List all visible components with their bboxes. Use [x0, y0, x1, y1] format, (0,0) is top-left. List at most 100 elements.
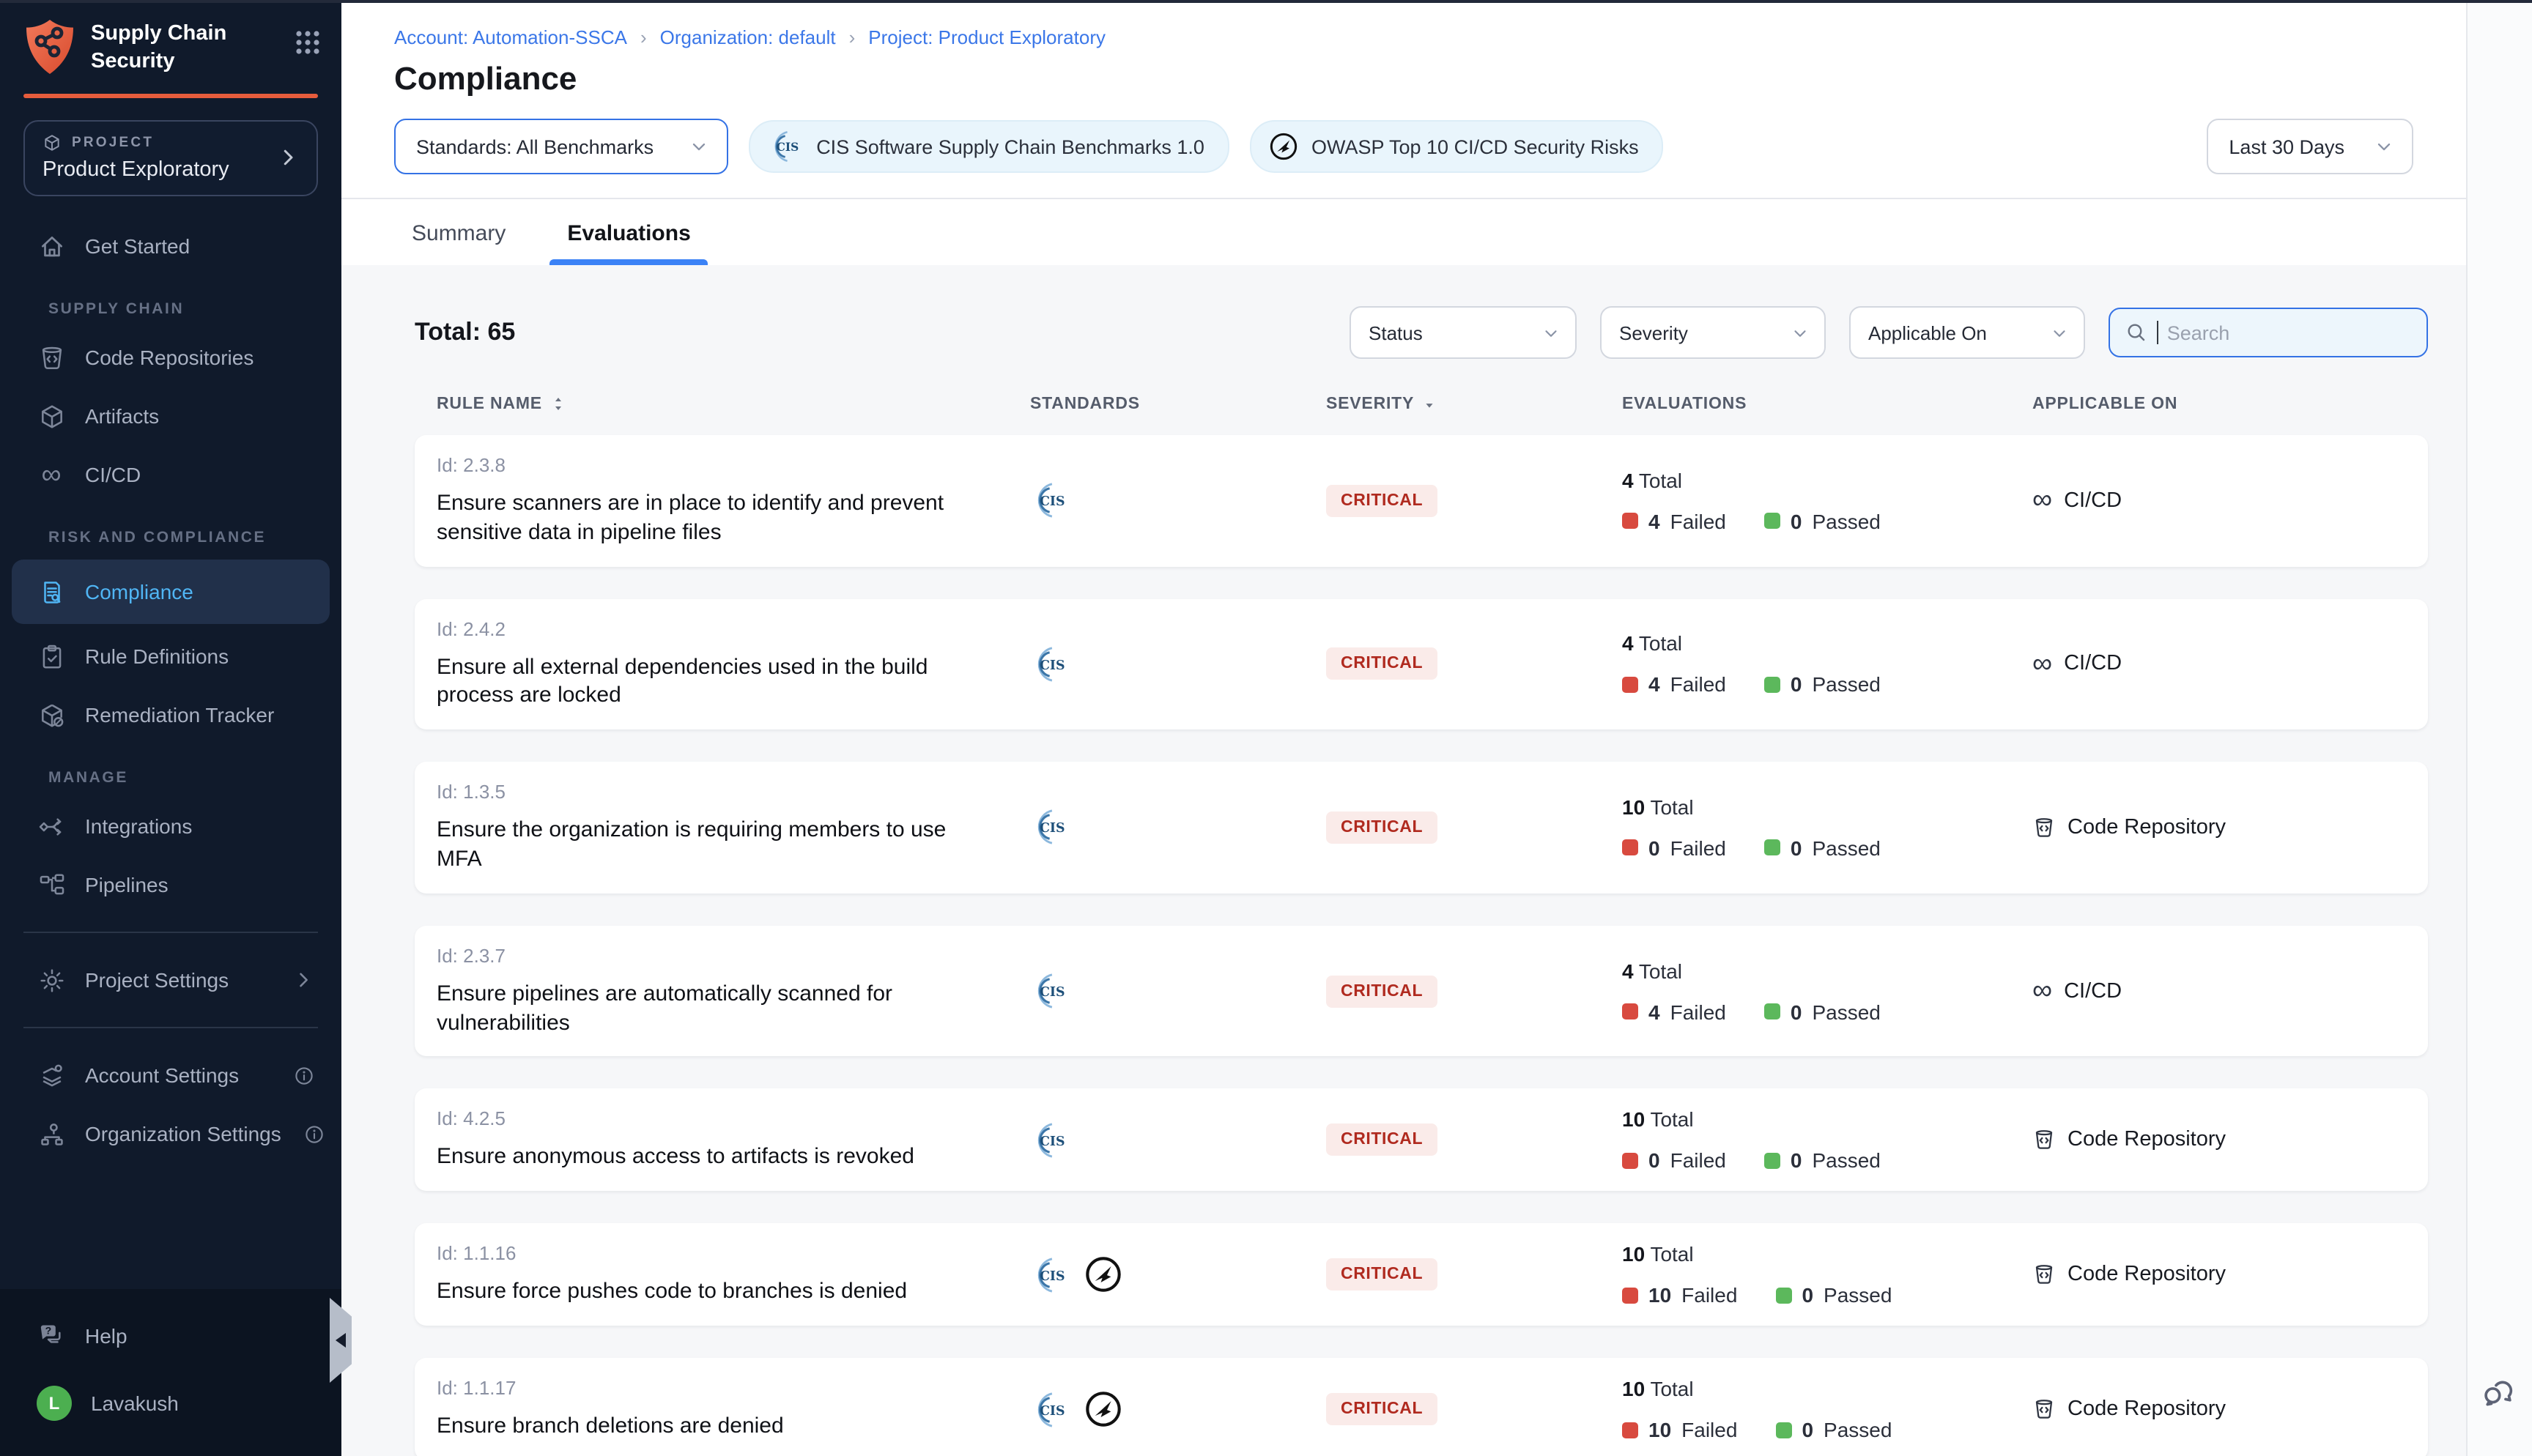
rule-name[interactable]: Ensure anonymous access to artifacts is … — [437, 1143, 982, 1173]
project-selector[interactable]: PROJECT Product Exploratory — [23, 120, 318, 196]
total-value: 4 — [1622, 959, 1634, 982]
sidebar-footer: ? Help L Lavakush — [0, 1289, 341, 1456]
sidebar-item-get-started[interactable]: Get Started — [0, 217, 341, 275]
passed-label: Passed — [1812, 673, 1880, 697]
sidebar: Supply Chain Security — [0, 0, 341, 1456]
cicd-infinity-icon: ∞ — [2032, 977, 2052, 1005]
right-edge-strip — [2466, 3, 2532, 1456]
rule-name[interactable]: Ensure scanners are in place to identify… — [437, 489, 982, 547]
info-icon[interactable] — [300, 1119, 330, 1148]
sidebar-item-code-repositories[interactable]: Code Repositories — [0, 328, 341, 387]
rule-name[interactable]: Ensure the organization is requiring mem… — [437, 816, 982, 874]
sidebar-header: Supply Chain Security — [0, 0, 341, 98]
owasp-standard-icon — [1084, 1256, 1122, 1294]
cis-standard-icon: CIS — [1030, 1121, 1070, 1160]
rule-id: Id: 1.1.17 — [437, 1378, 1030, 1400]
rule-row[interactable]: Id: 1.1.17 Ensure branch deletions are d… — [415, 1359, 2428, 1456]
search-input[interactable] — [2167, 322, 2412, 343]
rule-id: Id: 2.4.2 — [437, 617, 1030, 639]
app-switcher-grid-icon[interactable] — [295, 29, 321, 56]
svg-text:CIS: CIS — [1040, 1269, 1065, 1284]
tab-summary[interactable]: Summary — [394, 199, 523, 265]
user-menu[interactable]: L Lavakush — [0, 1365, 341, 1441]
evaluations-cell: 4 Total 4 Failed 0 Passed — [1622, 469, 2032, 533]
rule-row[interactable]: Id: 2.4.2 Ensure all external dependenci… — [415, 598, 2428, 729]
rule-row[interactable]: Id: 1.3.5 Ensure the organization is req… — [415, 762, 2428, 893]
rule-name[interactable]: Ensure all external dependencies used in… — [437, 653, 982, 710]
info-icon[interactable] — [289, 1061, 318, 1090]
code-repository-icon — [2032, 1263, 2056, 1287]
severity-badge: CRITICAL — [1326, 811, 1437, 844]
sidebar-item-project-settings[interactable]: Project Settings — [0, 951, 341, 1009]
sidebar-item-compliance[interactable]: Compliance — [12, 560, 330, 624]
column-applicable-on: APPLICABLE ON — [2032, 394, 2428, 415]
rule-name[interactable]: Ensure pipelines are automatically scann… — [437, 980, 982, 1038]
applicable-on-value: Code Repository — [2068, 1263, 2226, 1287]
sidebar-item-help[interactable]: ? Help — [0, 1307, 341, 1365]
passed-square-icon — [1775, 1422, 1791, 1438]
section-manage: MANAGE — [0, 744, 341, 797]
sidebar-item-artifacts[interactable]: Artifacts — [0, 387, 341, 445]
tab-evaluations[interactable]: Evaluations — [549, 199, 708, 265]
sidebar-item-rule-definitions[interactable]: Rule Definitions — [0, 627, 341, 686]
search-box[interactable] — [2109, 308, 2428, 357]
rule-name[interactable]: Ensure branch deletions are denied — [437, 1413, 982, 1442]
passed-square-icon — [1764, 1153, 1780, 1169]
passed-label: Passed — [1812, 1000, 1880, 1023]
breadcrumb-project[interactable]: Project: Product Exploratory — [868, 26, 1106, 48]
artifacts-box-icon — [37, 401, 66, 431]
svg-text:CIS: CIS — [1040, 1404, 1065, 1419]
pipelines-nodes-icon — [37, 870, 66, 899]
section-risk-and-compliance: RISK AND COMPLIANCE — [0, 504, 341, 557]
account-settings-layers-icon — [37, 1061, 66, 1090]
app-title: Supply Chain Security — [91, 21, 243, 75]
severity-cell: CRITICAL — [1326, 1259, 1622, 1291]
date-range-dropdown[interactable]: Last 30 Days — [2207, 119, 2413, 174]
rule-name[interactable]: Ensure force pushes code to branches is … — [437, 1278, 982, 1307]
severity-cell: CRITICAL — [1326, 1124, 1622, 1156]
applicable-on-value: CI/CD — [2064, 979, 2122, 1003]
rule-row[interactable]: Id: 2.3.7 Ensure pipelines are automatic… — [415, 926, 2428, 1057]
severity-filter-dropdown[interactable]: Severity — [1600, 306, 1826, 359]
breadcrumb-organization[interactable]: Organization: default — [660, 26, 836, 48]
sidebar-item-remediation-tracker[interactable]: Remediation Tracker — [0, 686, 341, 744]
sidebar-item-cicd[interactable]: ∞ CI/CD — [0, 445, 341, 504]
svg-text:CIS: CIS — [777, 141, 799, 154]
benchmark-chip-owasp[interactable]: OWASP Top 10 CI/CD Security Risks — [1250, 120, 1664, 173]
chevron-down-icon — [2374, 136, 2394, 157]
failed-value: 10 — [1648, 1284, 1671, 1307]
applicable-on-value: Code Repository — [2068, 1129, 2226, 1152]
rule-row[interactable]: Id: 2.3.8 Ensure scanners are in place t… — [415, 435, 2428, 566]
failed-square-icon — [1622, 840, 1638, 856]
status-filter-dropdown[interactable]: Status — [1350, 306, 1577, 359]
sidebar-item-pipelines[interactable]: Pipelines — [0, 855, 341, 914]
passed-value: 0 — [1802, 1419, 1813, 1442]
column-severity[interactable]: SEVERITY — [1326, 394, 1622, 415]
passed-value: 0 — [1791, 510, 1802, 533]
sidebar-item-integrations[interactable]: Integrations — [0, 797, 341, 855]
owasp-standard-icon — [1084, 1391, 1122, 1429]
breadcrumb-separator: › — [849, 26, 856, 48]
failed-label: Failed — [1681, 1284, 1737, 1307]
rule-row[interactable]: Id: 4.2.5 Ensure anonymous access to art… — [415, 1089, 2428, 1192]
severity-cell: CRITICAL — [1326, 811, 1622, 844]
window-top-edge — [0, 0, 2532, 3]
rule-cell: Id: 2.3.7 Ensure pipelines are automatic… — [437, 945, 1030, 1038]
sidebar-item-account-settings[interactable]: Account Settings — [0, 1046, 341, 1104]
chevron-down-icon — [2050, 323, 2069, 342]
cis-standard-icon: CIS — [1030, 1390, 1070, 1430]
sidebar-item-label: Get Started — [85, 234, 190, 258]
severity-cell: CRITICAL — [1326, 648, 1622, 680]
support-chat-icon[interactable] — [2479, 1374, 2517, 1412]
benchmark-chip-cis[interactable]: CIS CIS Software Supply Chain Benchmarks… — [749, 120, 1229, 173]
rule-row[interactable]: Id: 1.1.16 Ensure force pushes code to b… — [415, 1224, 2428, 1326]
applicable-on-filter-dropdown[interactable]: Applicable On — [1849, 306, 2085, 359]
cicd-infinity-icon: ∞ — [2032, 650, 2052, 678]
failed-group: 4 Failed — [1622, 673, 1726, 697]
column-rule-name[interactable]: RULE NAME — [437, 394, 1030, 415]
chevron-down-icon — [689, 136, 709, 157]
breadcrumb-account[interactable]: Account: Automation-SSCA — [394, 26, 627, 48]
sidebar-item-organization-settings[interactable]: Organization Settings — [0, 1104, 341, 1163]
standards-filter-dropdown[interactable]: Standards: All Benchmarks — [394, 119, 728, 174]
total-label: Total — [1639, 632, 1682, 655]
